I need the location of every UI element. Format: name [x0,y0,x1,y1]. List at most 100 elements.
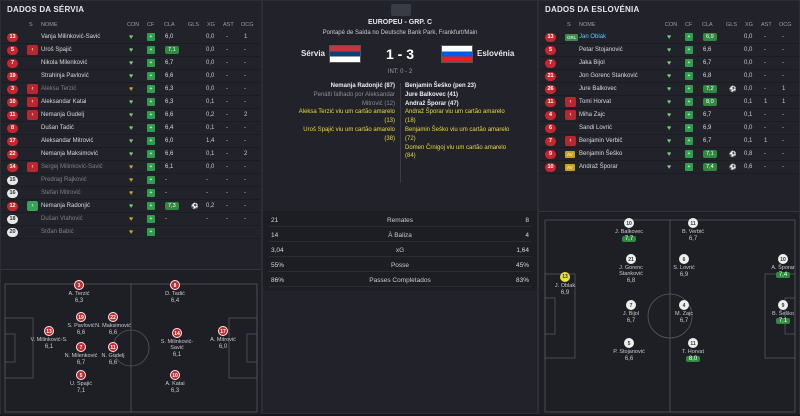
pitch-player[interactable]: 6 S. Lovrić 6,9 [662,254,706,278]
table-row[interactable]: 10 ‹ Aleksandar Katai ♥ +6,3 0,1 - - [1,96,261,109]
pitch-player[interactable]: 7 J. Bijol 6,7 [609,300,653,324]
player-name[interactable]: Benjamin Šeško [579,151,622,157]
player-name[interactable]: Aleksandar Katai [41,99,86,105]
col-cla[interactable]: CLA [702,22,713,28]
pitch-player[interactable]: 4 M. Zajc 6,7 [662,300,706,324]
col-s[interactable]: S [567,22,571,28]
col-cla[interactable]: CLA [164,22,175,28]
player-name[interactable]: Predrag Rajković [41,177,87,183]
col-nome[interactable]: NOME [579,22,596,28]
col-xg[interactable]: XG [745,22,753,28]
table-row[interactable]: 8 Dušan Tadić ♥ +6,4 0,1 - - [1,122,261,135]
table-row[interactable]: 7 Jaka Bijol ♥ +6,7 0,0 - - [539,57,799,70]
table-row[interactable]: 4 ‹ Miha Zajc ♥ +6,7 0,1 - - [539,109,799,122]
player-name[interactable]: Stefan Mitrović [41,190,81,196]
table-row[interactable]: 13 Vanja Milinković-Savić ♥ +6,0 0,0 - 1 [1,31,261,44]
events-divider [400,83,401,183]
col-gls[interactable]: GLS [726,22,737,28]
player-name[interactable]: Benjamin Verbič [579,138,622,144]
col-ocg[interactable]: OCG [241,22,254,28]
col-xg[interactable]: XG [207,22,215,28]
player-name[interactable]: Nikola Milenković [41,60,87,66]
assists: - [764,86,766,92]
pitch-player[interactable]: 8 D. Tadić 6,4 [153,280,197,304]
table-row[interactable]: 3 ‹ Aleksa Terzić ♥ +6,3 0,0 - - [1,83,261,96]
player-name[interactable]: Nemanja Maksimović [41,151,98,157]
player-name[interactable]: Nemanja Gudelj [41,112,84,118]
col-cf[interactable]: CF [685,22,692,28]
table-row[interactable]: 20 Srđan Babić ♥ + [1,226,261,239]
rating: 6,6 [624,356,634,362]
table-row[interactable]: 5 ‹ Uroš Spajić ♥ +7,1 0,0 - - [1,44,261,57]
pitch-player[interactable]: 3 A. Terzić 6,3 [57,280,101,304]
table-row[interactable]: 7 ‹ Benjamin Verbič ♥ +6,7 0,1 1 - [539,135,799,148]
pitch-player[interactable]: 11 N. Gudelj 6,6 [91,342,135,366]
player-name[interactable]: Sandi Lovrić [579,125,612,131]
table-row[interactable]: 18 Dušan Vlahović ♥ + - - - - [1,213,261,226]
player-name[interactable]: Jon Gorenc Stanković [579,73,638,79]
pitch-player[interactable]: 21 J. Gorenc Stanković 6,8 [609,254,653,284]
pitch-player[interactable]: 22 N. Maksimović 6,6 [91,312,135,336]
table-row[interactable]: 13 GRL Jan Oblak ♥ +6,9 0,0 - - [539,31,799,44]
table-row[interactable]: 11 ‹ Tomi Horvat ♥ +8,0 0,1 1 1 [539,96,799,109]
table-row[interactable]: 17 Aleksandar Mitrović ♥ +6,0 1,4 - - [1,135,261,148]
rating: 7,4 [775,272,791,278]
player-name[interactable]: Andraž Šporar [579,164,618,170]
col-nome[interactable]: NOME [41,22,58,28]
pitch-player[interactable]: 13 J. Oblak 6,9 [543,272,587,296]
col-con[interactable]: CON [665,22,677,28]
rating: 8,0 [685,356,701,362]
pitch-player[interactable]: 14 S. Milinković-Savić 6,1 [155,328,199,358]
player-name[interactable]: Nemanja Radonjić [41,203,90,209]
pitch-player[interactable]: 5 U. Spajić 7,1 [59,370,103,394]
table-row[interactable]: 5 Petar Stojanović ♥ +6,6 0,0 - - [539,44,799,57]
col-ast[interactable]: AST [761,22,772,28]
pitch-player[interactable]: 10 A. Katai 6,3 [153,370,197,394]
player-name[interactable]: Aleksa Terzić [41,86,76,92]
pitch-player[interactable]: 11 B. Verbič 6,7 [671,218,715,242]
table-row[interactable]: 11 ‹ Nemanja Gudelj ♥ +6,6 0,2 - 2 [1,109,261,122]
player-name[interactable]: Jaka Bijol [579,60,605,66]
player-name[interactable]: Sergej Milinković-Savić [41,164,103,170]
player-name[interactable]: Srđan Babić [41,229,74,235]
table-row[interactable]: 14 ‹ Sergej Milinković-Savić ♥ +6,1 0,0 - - [1,161,261,174]
col-ocg[interactable]: OCG [779,22,792,28]
player-name[interactable]: Vanja Milinković-Savić [41,34,100,40]
chances-created: - [782,47,784,53]
player-name[interactable]: Strahinja Pavlović [41,73,89,79]
table-row[interactable]: 9 AV Benjamin Šeško ♥ +7,1 ⚽ 1 0,8- - [539,148,799,161]
player-name[interactable]: Petar Stojanović [579,47,623,53]
table-row[interactable]: 6 Sandi Lovrić ♥ +6,9 0,0 - - [539,122,799,135]
table-row[interactable]: 15 Predrag Rajković ♥ + - - - - [1,174,261,187]
player-name[interactable]: Miha Zajc [579,112,605,118]
pitch-player[interactable]: 10 J. Balkovec 7,7 [607,218,651,242]
pitch-player[interactable]: 11 T. Horvat 8,0 [671,338,715,362]
pitch-player[interactable]: 17 A. Mitrović 6,0 [201,326,245,350]
player-name[interactable]: Dušan Tadić [41,125,74,131]
player-name[interactable]: Uroš Spajić [41,47,72,53]
player-name[interactable]: Jure Balkovec [579,86,617,92]
player-name[interactable]: Dušan Vlahović [41,216,83,222]
col-con[interactable]: CON [127,22,139,28]
col-ast[interactable]: AST [223,22,234,28]
table-row[interactable]: 7 Nikola Milenković ♥ +6,7 0,0 - - [1,57,261,70]
col-cf[interactable]: CF [147,22,154,28]
table-row[interactable]: 22 Nemanja Maksimović ♥ +6,6 0,1 - 2 [1,148,261,161]
pitch-player[interactable]: 9 B. Šeško 7,1 [761,300,800,324]
table-row[interactable]: 21 Jon Gorenc Stanković ♥ +6,8 0,0 - - [539,70,799,83]
table-row[interactable]: 26 Jure Balkovec ♥ +7,2 ⚽ 1 0,0-1 [539,83,799,96]
table-row[interactable]: 12 › Nemanja Radonjić ♥ +7,3 ⚽ 0,2 - - [1,200,261,213]
player-name[interactable]: Tomi Horvat [579,99,611,105]
col-gls[interactable]: GLS [188,22,199,28]
player-name[interactable]: Aleksandar Mitrović [41,138,93,144]
rating: 7,2 [703,85,717,93]
table-row[interactable]: 10 AV Andraž Šporar ♥ +7,4 ⚽ 1 0,6- - [539,161,799,174]
table-row[interactable]: 19 Strahinja Pavlović ♥ +6,6 0,0 - - [1,70,261,83]
pitch-player[interactable]: 10 A. Šporar 7,4 [761,254,800,278]
pitch-player[interactable]: 5 P. Stojanović 6,6 [607,338,651,362]
match-event: Benjamin Šeško viu um cartão amarelo [405,127,510,133]
player-name[interactable]: Jan Oblak [579,34,606,40]
col-s[interactable]: S [29,22,33,28]
away-stat: 45% [515,262,529,269]
table-row[interactable]: 16 Stefan Mitrović ♥ + - - - - [1,187,261,200]
